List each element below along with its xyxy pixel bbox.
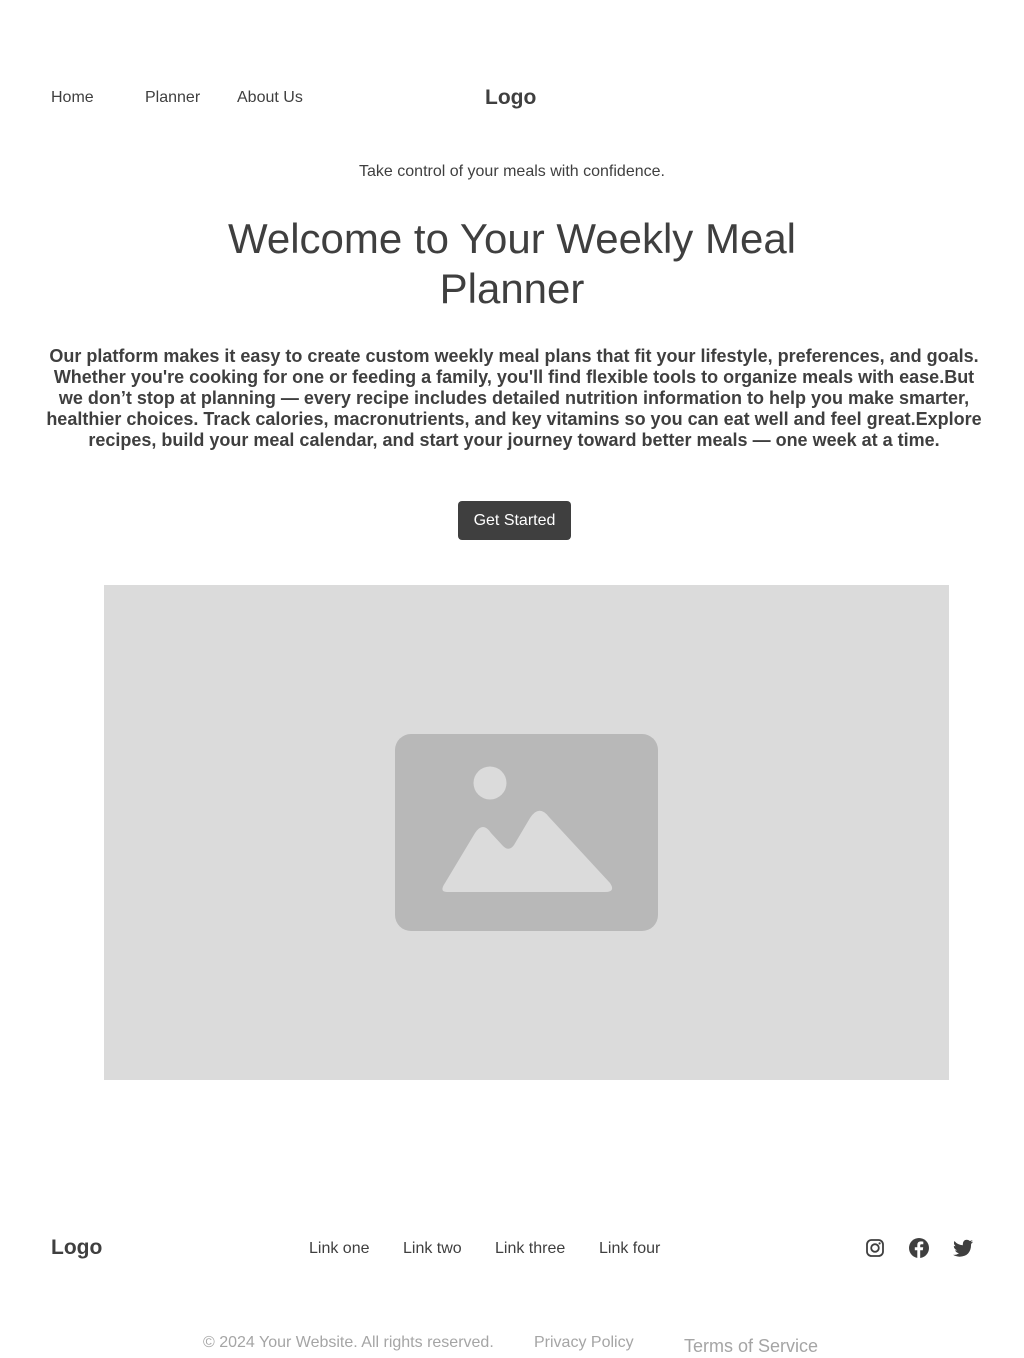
footer-link-four[interactable]: Link four xyxy=(599,1240,660,1258)
footer-link-two[interactable]: Link two xyxy=(403,1240,462,1258)
nav-about-link[interactable]: About Us xyxy=(237,89,303,107)
privacy-policy-link[interactable]: Privacy Policy xyxy=(534,1334,634,1352)
footer-link-one[interactable]: Link one xyxy=(309,1240,370,1258)
image-placeholder-icon xyxy=(395,734,658,931)
hero-image-placeholder xyxy=(104,585,949,1080)
instagram-icon[interactable] xyxy=(864,1237,886,1259)
copyright-text: © 2024 Your Website. All rights reserved… xyxy=(203,1334,494,1351)
terms-of-service-link[interactable]: Terms of Service xyxy=(684,1336,818,1356)
footer-link-three[interactable]: Link three xyxy=(495,1240,565,1258)
nav-home-link[interactable]: Home xyxy=(51,89,94,107)
nav-planner-link[interactable]: Planner xyxy=(145,89,200,107)
hero-tagline: Take control of your meals with confiden… xyxy=(359,163,665,180)
hero-description: Our platform makes it easy to create cus… xyxy=(46,346,982,450)
footer-logo[interactable]: Logo xyxy=(51,1236,102,1260)
main-nav: Home Planner About Us Logo xyxy=(0,86,1024,110)
facebook-icon[interactable] xyxy=(908,1237,930,1259)
header-logo[interactable]: Logo xyxy=(485,86,536,110)
twitter-icon[interactable] xyxy=(952,1237,974,1259)
get-started-button[interactable]: Get Started xyxy=(458,501,571,540)
hero-title: Welcome to Your Weekly Meal Planner xyxy=(227,215,797,312)
